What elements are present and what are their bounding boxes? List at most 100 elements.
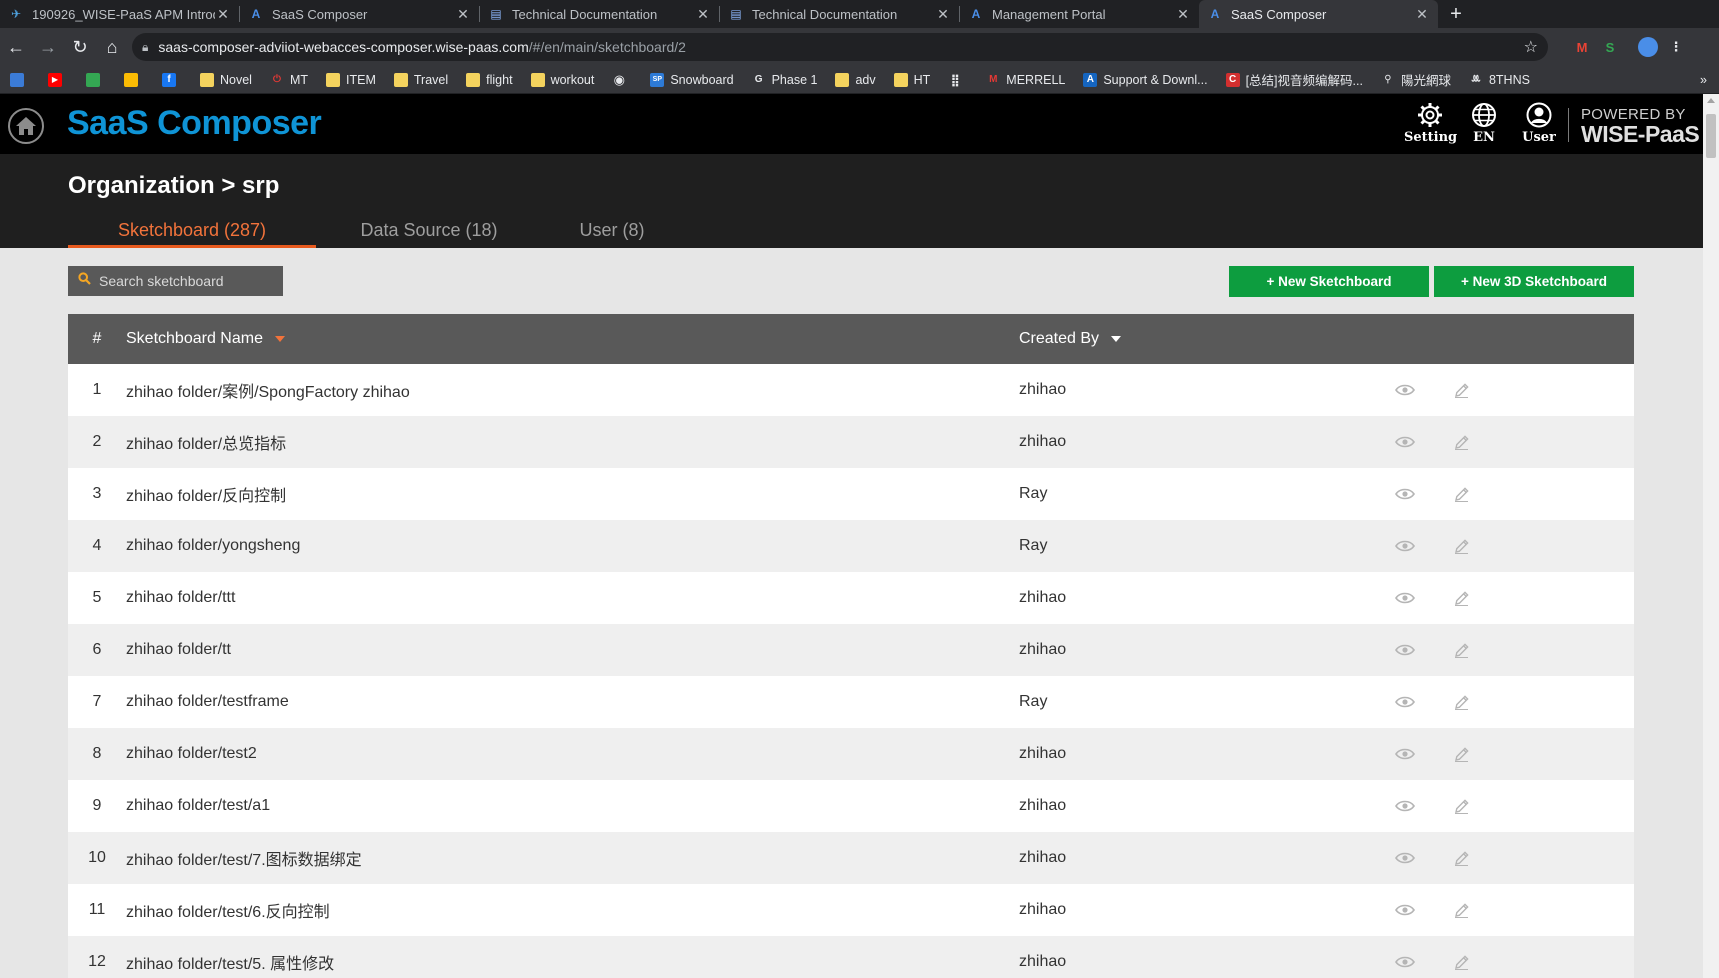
tab-sketchboard[interactable]: Sketchboard (287)	[68, 216, 316, 248]
close-icon[interactable]: ✕	[1414, 6, 1430, 23]
bookmark-item[interactable]	[86, 72, 106, 87]
browser-tab-active[interactable]: A SaaS Composer ✕	[1199, 0, 1438, 28]
sketchboard-name[interactable]: zhihao folder/tt	[126, 641, 1019, 659]
sketchboard-name[interactable]: zhihao folder/test/7.图标数据绑定	[126, 846, 1019, 870]
edit-pencil-icon[interactable]	[1433, 694, 1489, 711]
new-sketchboard-button[interactable]: + New Sketchboard	[1229, 266, 1429, 297]
table-row[interactable]: 8 zhihao folder/test2 zhihao	[68, 728, 1634, 780]
close-icon[interactable]: ✕	[1175, 6, 1191, 23]
edit-pencil-icon[interactable]	[1433, 798, 1489, 815]
extension-s-icon[interactable]: S	[1596, 33, 1624, 61]
table-row[interactable]: 11 zhihao folder/test/6.反向控制 zhihao	[68, 884, 1634, 936]
edit-pencil-icon[interactable]	[1433, 642, 1489, 659]
view-icon[interactable]	[1377, 540, 1433, 552]
sort-caret-icon[interactable]	[274, 336, 285, 342]
edit-pencil-icon[interactable]	[1433, 954, 1489, 971]
more-bookmarks-icon[interactable]: »	[1700, 73, 1707, 87]
close-icon[interactable]: ✕	[455, 6, 471, 23]
edit-pencil-icon[interactable]	[1433, 382, 1489, 399]
edit-pencil-icon[interactable]	[1433, 590, 1489, 607]
bookmark-item[interactable]: f	[162, 72, 182, 87]
edit-pencil-icon[interactable]	[1433, 538, 1489, 555]
sketchboard-name[interactable]: zhihao folder/ttt	[126, 589, 1019, 607]
table-row[interactable]: 10 zhihao folder/test/7.图标数据绑定 zhihao	[68, 832, 1634, 884]
bookmark-item[interactable]: A Support & Downl...	[1083, 72, 1208, 87]
edit-pencil-icon[interactable]	[1433, 850, 1489, 867]
browser-tab[interactable]: ▤ Technical Documentation ✕	[720, 0, 959, 28]
table-row[interactable]: 1 zhihao folder/案例/SpongFactory zhihao z…	[68, 364, 1634, 416]
table-row[interactable]: 12 zhihao folder/test/5. 属性修改 zhihao	[68, 936, 1634, 978]
new-3d-sketchboard-button[interactable]: + New 3D Sketchboard	[1434, 266, 1634, 297]
bookmark-item[interactable]: G Phase 1	[752, 73, 818, 87]
sketchboard-name[interactable]: zhihao folder/反向控制	[126, 482, 1019, 506]
sketchboard-name[interactable]: zhihao folder/案例/SpongFactory zhihao	[126, 378, 1019, 402]
browser-tab[interactable]: ✈ 190926_WISE-PaaS APM Introd ✕	[0, 0, 239, 28]
view-icon[interactable]	[1377, 384, 1433, 396]
reload-icon[interactable]: ↻	[64, 31, 96, 63]
bookmark-item[interactable]: HT	[893, 72, 930, 87]
bookmark-item[interactable]: ▶	[48, 72, 68, 87]
forward-icon[interactable]: →	[32, 31, 64, 63]
sketchboard-name[interactable]: zhihao folder/总览指标	[126, 430, 1019, 454]
bookmark-item[interactable]: workout	[530, 72, 594, 87]
back-icon[interactable]: ←	[0, 31, 32, 63]
close-icon[interactable]: ✕	[695, 6, 711, 23]
page-scrollbar[interactable]	[1703, 94, 1719, 978]
sketchboard-name[interactable]: zhihao folder/test/6.反向控制	[126, 898, 1019, 922]
bookmark-item[interactable]: C [总结]视音频编解码...	[1225, 70, 1363, 89]
tab-user[interactable]: User (8)	[542, 216, 682, 248]
bookmark-item[interactable]: ⚲ 陽光網球	[1381, 70, 1451, 89]
user-button[interactable]: User	[1513, 100, 1565, 150]
scrollbar-thumb[interactable]	[1706, 114, 1716, 158]
table-row[interactable]: 2 zhihao folder/总览指标 zhihao	[68, 416, 1634, 468]
home-icon[interactable]	[8, 108, 44, 144]
close-icon[interactable]: ✕	[935, 6, 951, 23]
view-icon[interactable]	[1377, 852, 1433, 864]
view-icon[interactable]	[1377, 644, 1433, 656]
gmail-icon[interactable]: M	[1568, 33, 1596, 61]
bookmark-item[interactable]: ⏻ MT	[270, 73, 308, 87]
view-icon[interactable]	[1377, 592, 1433, 604]
tab-data-source[interactable]: Data Source (18)	[316, 216, 542, 248]
bookmark-item[interactable]: SP Snowboard	[650, 72, 734, 87]
table-row[interactable]: 5 zhihao folder/ttt zhihao	[68, 572, 1634, 624]
browser-tab[interactable]: A Management Portal ✕	[960, 0, 1199, 28]
edit-pencil-icon[interactable]	[1433, 746, 1489, 763]
view-icon[interactable]	[1377, 904, 1433, 916]
view-icon[interactable]	[1377, 956, 1433, 968]
sketchboard-name[interactable]: zhihao folder/testframe	[126, 693, 1019, 711]
bookmark-item[interactable]: ◉	[612, 72, 632, 87]
table-row[interactable]: 3 zhihao folder/反向控制 Ray	[68, 468, 1634, 520]
profile-avatar[interactable]	[1634, 33, 1662, 61]
close-icon[interactable]: ✕	[215, 6, 231, 23]
column-header-name[interactable]: Sketchboard Name	[126, 330, 1019, 348]
view-icon[interactable]	[1377, 696, 1433, 708]
sketchboard-name[interactable]: zhihao folder/test2	[126, 745, 1019, 763]
scroll-up-icon[interactable]	[1707, 98, 1715, 103]
bookmark-item[interactable]: Travel	[393, 72, 448, 87]
setting-button[interactable]: Setting	[1404, 100, 1457, 150]
bookmark-item[interactable]: Novel	[200, 72, 252, 87]
bookmark-item[interactable]: ITEM	[326, 72, 376, 87]
browser-tab[interactable]: A SaaS Composer ✕	[240, 0, 479, 28]
table-row[interactable]: 7 zhihao folder/testframe Ray	[68, 676, 1634, 728]
bookmark-item[interactable]: adv	[835, 72, 876, 87]
view-icon[interactable]	[1377, 800, 1433, 812]
table-row[interactable]: 9 zhihao folder/test/a1 zhihao	[68, 780, 1634, 832]
column-header-created-by[interactable]: Created By	[1019, 330, 1122, 348]
table-row[interactable]: 4 zhihao folder/yongsheng Ray	[68, 520, 1634, 572]
sort-caret-icon[interactable]	[1111, 336, 1122, 342]
view-icon[interactable]	[1377, 436, 1433, 448]
edit-pencil-icon[interactable]	[1433, 902, 1489, 919]
bookmark-item[interactable]: ⣿	[948, 73, 968, 87]
star-icon[interactable]: ☆	[1524, 37, 1538, 57]
sketchboard-name[interactable]: zhihao folder/test/5. 属性修改	[126, 950, 1019, 974]
browser-tab[interactable]: ▤ Technical Documentation ✕	[480, 0, 719, 28]
new-tab-button[interactable]: +	[1442, 0, 1470, 28]
sketchboard-name[interactable]: zhihao folder/test/a1	[126, 797, 1019, 815]
search-input[interactable]	[99, 273, 269, 289]
table-row[interactable]: 6 zhihao folder/tt zhihao	[68, 624, 1634, 676]
language-button[interactable]: EN	[1458, 100, 1510, 150]
bookmark-item[interactable]: flight	[466, 72, 513, 87]
view-icon[interactable]	[1377, 488, 1433, 500]
